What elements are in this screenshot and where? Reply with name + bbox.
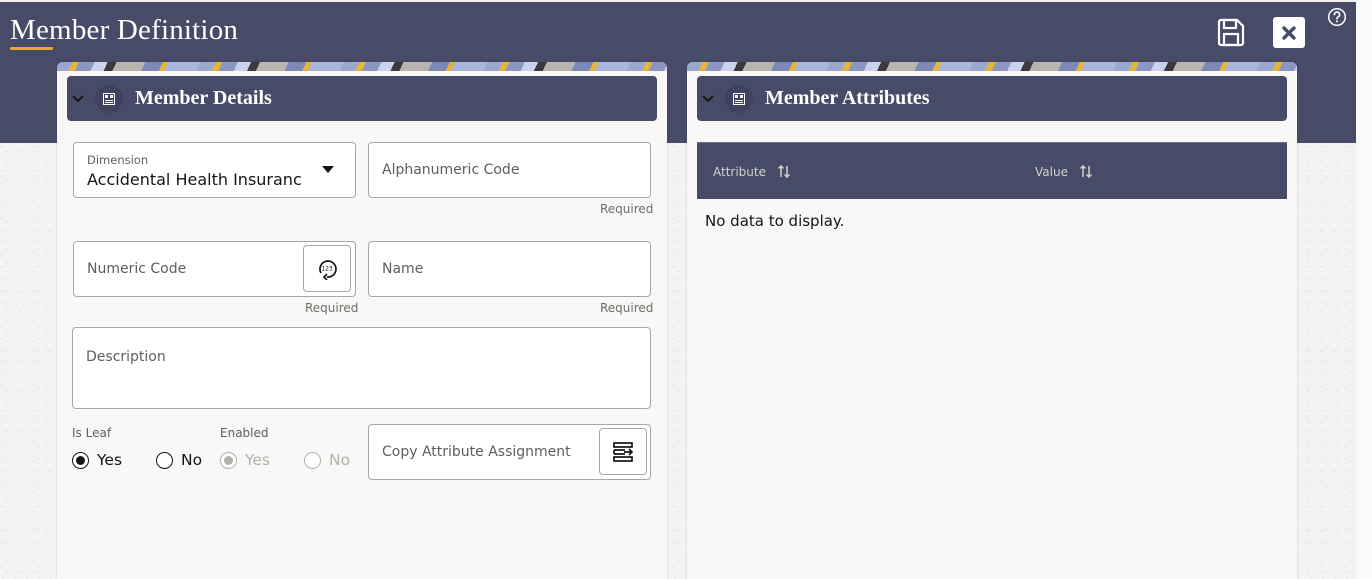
generate-number-icon: 123 (319, 259, 337, 280)
radio-circle (156, 451, 173, 469)
section-title: Member Attributes (765, 87, 930, 109)
column-header-attribute[interactable]: Attribute (713, 143, 790, 200)
alphanumeric-code-required: Required (600, 202, 654, 216)
help-question-icon (1327, 7, 1347, 27)
close-button[interactable] (1273, 17, 1305, 48)
help-button[interactable] (1326, 6, 1348, 28)
member-details-card: Member Details Dimension Accidental Heal… (57, 62, 667, 579)
column-label: Value (1035, 164, 1068, 179)
is-leaf-yes-radio[interactable]: Yes (72, 451, 122, 469)
page-title: Member Definition (10, 14, 239, 46)
generate-numeric-code-button[interactable]: 123 (303, 245, 351, 292)
member-details-header[interactable]: Member Details (67, 76, 657, 121)
chevron-down-icon[interactable] (69, 90, 87, 108)
enabled-no-radio: No (304, 451, 350, 469)
member-attributes-header[interactable]: Member Attributes (697, 76, 1287, 121)
svg-text:123: 123 (321, 265, 333, 272)
copy-attribute-placeholder: Copy Attribute Assignment (382, 444, 571, 460)
radio-label: No (181, 451, 203, 469)
alphanumeric-code-placeholder: Alphanumeric Code (382, 162, 520, 178)
radio-label: Yes (97, 451, 123, 469)
description-textarea[interactable]: Description (72, 327, 651, 409)
radio-circle (220, 451, 237, 469)
sort-icon[interactable] (1079, 165, 1092, 178)
numeric-code-placeholder: Numeric Code (87, 261, 187, 277)
enabled-label: Enabled (220, 426, 269, 440)
radio-dot (76, 455, 85, 465)
dimension-select[interactable]: Dimension Accidental Health Insuranc (73, 142, 356, 198)
alphanumeric-code-input[interactable]: Alphanumeric Code (368, 142, 651, 198)
column-header-value[interactable]: Value (1035, 143, 1092, 200)
column-label: Attribute (713, 164, 766, 179)
title-accent-underline (10, 47, 53, 50)
panel-icon (95, 84, 123, 113)
attributes-table-header: Attribute Value (697, 142, 1287, 199)
member-attributes-card: Member Attributes Attribute Value No dat… (687, 62, 1297, 579)
close-x-icon (1282, 25, 1296, 40)
copy-assignment-icon (613, 441, 634, 462)
decorative-banner (687, 62, 1297, 71)
chevron-down-icon[interactable] (699, 90, 717, 108)
description-placeholder: Description (86, 349, 166, 365)
radio-dot (224, 455, 233, 465)
is-leaf-no-radio[interactable]: No (156, 451, 202, 469)
caret-down-icon (322, 166, 334, 173)
numeric-code-required: Required (305, 301, 359, 315)
radio-label: Yes (245, 451, 271, 469)
save-floppy-icon (1217, 18, 1245, 47)
name-input[interactable]: Name (368, 241, 651, 297)
copy-attribute-assignment-button[interactable] (599, 428, 647, 475)
enabled-yes-radio: Yes (220, 451, 270, 469)
section-title: Member Details (135, 87, 272, 109)
empty-table-message: No data to display. (705, 212, 845, 230)
save-button[interactable] (1213, 14, 1249, 52)
dimension-value: Accidental Health Insuranc (87, 170, 302, 189)
radio-circle (304, 451, 321, 469)
dimension-label: Dimension (87, 153, 149, 167)
sort-icon[interactable] (778, 165, 790, 178)
is-leaf-label: Is Leaf (72, 426, 112, 440)
panel-icon (725, 84, 753, 113)
radio-label: No (329, 451, 351, 469)
scroll-gutter (1356, 0, 1372, 579)
name-placeholder: Name (382, 261, 424, 277)
decorative-banner (57, 62, 667, 71)
radio-circle (72, 451, 89, 469)
name-required: Required (600, 301, 654, 315)
